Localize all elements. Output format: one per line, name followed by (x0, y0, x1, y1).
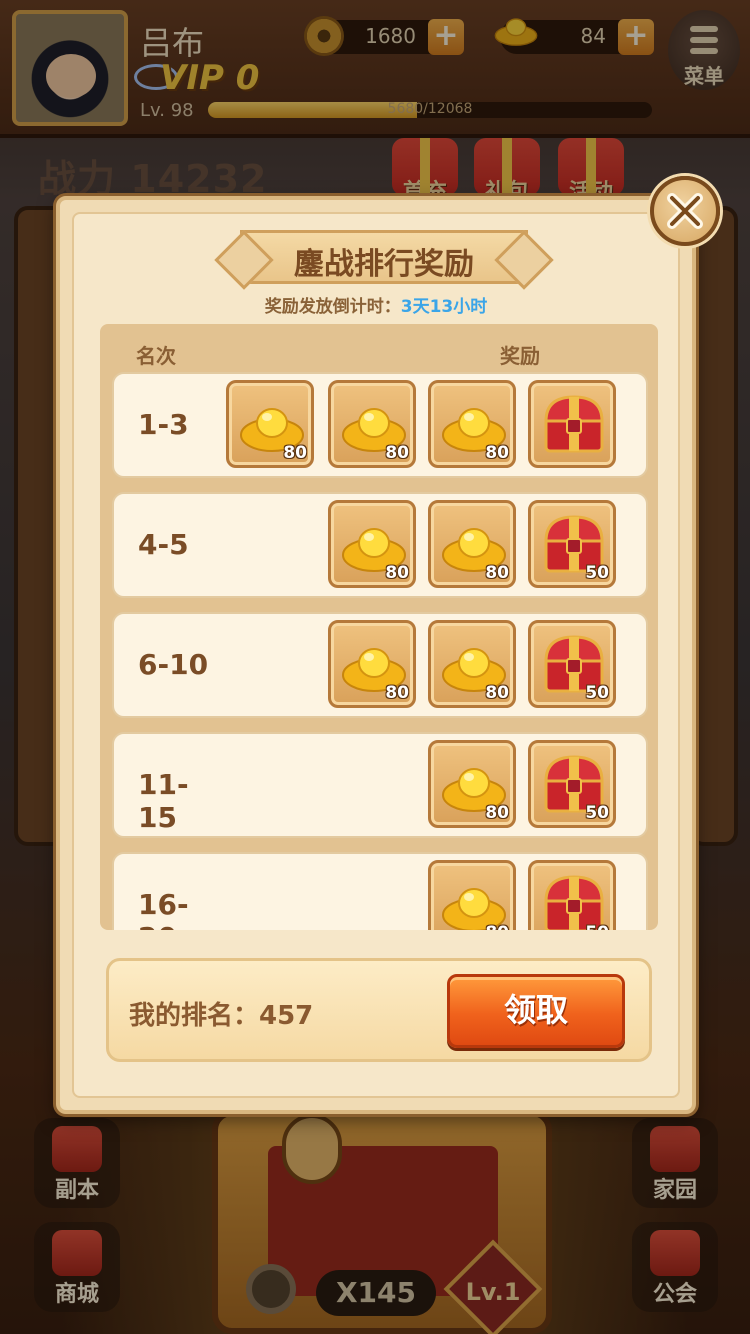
rank-range: 16-20 (138, 888, 189, 930)
reward-slot[interactable]: 80 (428, 740, 516, 828)
claim-button[interactable]: 领取 (447, 974, 625, 1048)
reward-countdown: 奖励发放倒计时：3天13小时 (60, 292, 692, 317)
countdown-label: 奖励发放倒计时： (264, 297, 401, 317)
reward-quantity: 50 (585, 563, 609, 583)
reward-quantity: 80 (283, 443, 307, 463)
column-rank: 名次 (136, 344, 176, 368)
reward-quantity: 80 (485, 683, 509, 703)
rank-range: 1-3 (138, 408, 189, 441)
close-icon (667, 193, 703, 229)
reward-slot[interactable]: 50 (528, 500, 616, 588)
rank-range: 4-5 (138, 528, 189, 561)
countdown-value: 3天13小时 (400, 297, 488, 317)
reward-quantity: 80 (485, 443, 509, 463)
reward-quantity: 50 (585, 923, 609, 930)
reward-slot[interactable]: 50 (528, 740, 616, 828)
table-row: 6-10 80 80 50 (112, 612, 648, 718)
reward-quantity: 80 (385, 683, 409, 703)
rank-range: 11-15 (138, 768, 189, 834)
reward-slot[interactable]: 80 (226, 380, 314, 468)
reward-slot[interactable]: 50 (528, 860, 616, 930)
table-row: 11-15 80 50 (112, 732, 648, 838)
table-row: 4-5 80 80 50 (112, 492, 648, 598)
reward-slot[interactable]: 80 (328, 380, 416, 468)
title-plate: 鏖战排行奖励 (240, 230, 528, 284)
reward-slot[interactable]: 80 (328, 620, 416, 708)
ranking-reward-dialog: 鏖战排行奖励 奖励发放倒计时：3天13小时 名次 奖励 1-3 80 80 80 4-5… (56, 196, 696, 1114)
treasure-chest-icon (544, 395, 604, 453)
reward-rows: 1-3 80 80 80 4-5 80 80 50 6-10 80 80 50 11-15 80 50 16-… (112, 372, 648, 930)
dialog-title: 鏖战排行奖励 (294, 247, 474, 282)
column-reward: 奖励 (500, 344, 540, 368)
reward-quantity: 80 (485, 803, 509, 823)
reward-quantity: 80 (385, 563, 409, 583)
my-rank-bar: 我的排名：457 领取 (106, 958, 652, 1062)
reward-quantity: 80 (385, 443, 409, 463)
reward-slot[interactable] (528, 380, 616, 468)
reward-quantity: 50 (585, 683, 609, 703)
reward-slot[interactable]: 80 (428, 860, 516, 930)
rank-range: 6-10 (138, 648, 209, 681)
reward-quantity: 50 (585, 803, 609, 823)
reward-slot[interactable]: 80 (428, 500, 516, 588)
reward-slot[interactable]: 50 (528, 620, 616, 708)
table-row: 1-3 80 80 80 (112, 372, 648, 478)
reward-slot[interactable]: 80 (428, 380, 516, 468)
reward-quantity: 80 (485, 563, 509, 583)
close-button[interactable] (650, 176, 720, 246)
table-row: 16-20 80 50 (112, 852, 648, 930)
reward-slot[interactable]: 80 (428, 620, 516, 708)
reward-list[interactable]: 名次 奖励 1-3 80 80 80 4-5 80 80 50 6-10 80 80 50 11-15 8… (100, 324, 658, 930)
my-rank-label: 我的排名：457 (129, 1001, 314, 1031)
treasure-chest-icon (544, 875, 604, 930)
reward-quantity: 80 (485, 923, 509, 930)
reward-slot[interactable]: 80 (328, 500, 416, 588)
